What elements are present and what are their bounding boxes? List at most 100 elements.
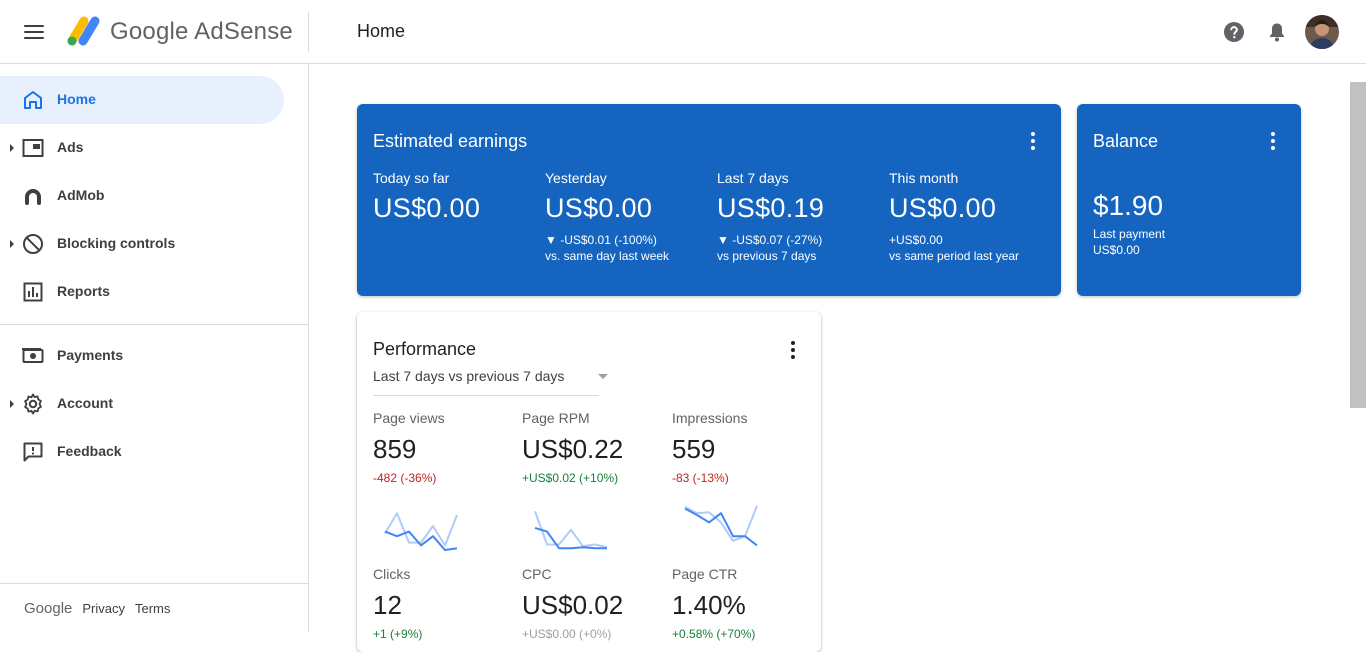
menu-icon-bar (24, 31, 44, 33)
sidebar-item-payments[interactable]: Payments (0, 332, 284, 380)
sidebar-footer-divider (0, 583, 308, 584)
sparkline-current-period (684, 507, 758, 547)
adsense-logo-icon[interactable] (64, 14, 102, 48)
metric-change: -83 (-13%) (672, 471, 729, 485)
metric-label: This month (889, 170, 959, 186)
metric-clicks[interactable]: Clicks 12 +1 (+9%) (373, 566, 513, 641)
last-payment-amount: US$0.00 (1093, 243, 1140, 257)
sparkline-previous-period (384, 512, 458, 547)
more-options-icon[interactable] (1267, 132, 1279, 150)
sidebar-item-admob[interactable]: AdMob (0, 172, 284, 220)
gear-icon (24, 393, 42, 415)
card-title: Performance (373, 339, 477, 359)
sparkline-previous-period (684, 505, 758, 542)
sidebar: Home Ads AdMob Blocking controls Reports (0, 64, 309, 632)
metric-value: US$0.02 (522, 590, 624, 620)
metric-label: Page CTR (672, 566, 738, 582)
page-title: Home (357, 21, 406, 41)
earnings-today[interactable]: Today so far US$0.00 (373, 170, 545, 224)
metric-comparison: vs same period last year (889, 249, 1020, 263)
metric-change: +0.58% (+70%) (672, 627, 756, 641)
home-icon (24, 91, 42, 109)
earnings-this-month[interactable]: This month US$0.00 +US$0.00 vs same peri… (889, 170, 1061, 263)
earnings-yesterday[interactable]: Yesterday US$0.00 ▼ -US$0.01 (-100%) vs.… (545, 170, 717, 263)
balance-amount: $1.90 (1093, 190, 1164, 221)
expand-caret-icon[interactable] (10, 144, 14, 152)
metric-change: -482 (-36%) (373, 471, 437, 485)
sidebar-footer: Google Privacy Terms (24, 600, 170, 617)
metric-label: Yesterday (545, 170, 607, 186)
dropdown-arrow-icon (598, 374, 608, 379)
more-options-icon[interactable] (1027, 132, 1039, 150)
menu-icon-bar (24, 25, 44, 27)
metric-change: +US$0.02 (+10%) (522, 471, 619, 485)
balance-card[interactable]: Balance $1.90 Last payment US$0.00 (1077, 104, 1301, 296)
estimated-earnings-card: Estimated earnings Today so far US$0.00 … (357, 104, 1061, 296)
metric-page-views[interactable]: Page views 859 -482 (-36%) (373, 410, 513, 485)
block-icon (23, 234, 43, 254)
sidebar-item-account[interactable]: Account (0, 380, 284, 428)
metric-comparison: vs. same day last week (545, 249, 670, 263)
sidebar-item-blocking-controls[interactable]: Blocking controls (0, 220, 284, 268)
sidebar-item-label: AdMob (57, 187, 105, 203)
metric-label: Impressions (672, 410, 748, 426)
avatar-image (1305, 15, 1339, 49)
performance-card: Performance Last 7 days vs previous 7 da… (357, 312, 821, 652)
metric-value: 859 (373, 434, 417, 464)
metric-cpc[interactable]: CPC US$0.02 +US$0.00 (+0%) (522, 566, 662, 641)
sidebar-item-label: Reports (57, 283, 110, 299)
metric-impressions[interactable]: Impressions 559 -83 (-13%) (672, 410, 812, 485)
metric-value: US$0.19 (717, 193, 825, 223)
more-options-icon[interactable] (787, 341, 799, 359)
sidebar-item-label: Blocking controls (57, 235, 176, 251)
brand-name[interactable]: Google AdSense (110, 18, 293, 46)
metric-change: +US$0.00 (889, 233, 943, 247)
sidebar-item-feedback[interactable]: Feedback (0, 428, 284, 476)
metric-value: US$0.00 (889, 193, 997, 223)
terms-link[interactable]: Terms (135, 601, 170, 616)
metric-page-rpm[interactable]: Page RPM US$0.22 +US$0.02 (+10%) (522, 410, 662, 485)
top-app-bar: Google AdSense Home (0, 0, 1366, 64)
metric-comparison: vs previous 7 days (717, 249, 817, 263)
last-payment-label: Last payment (1093, 227, 1166, 241)
sidebar-item-label: Account (57, 395, 113, 411)
page-rpm-sparkline (534, 511, 608, 550)
sidebar-item-label: Ads (57, 139, 84, 155)
main-menu-button[interactable] (20, 20, 48, 44)
notifications-bell-icon[interactable] (1265, 20, 1289, 44)
metric-page-ctr[interactable]: Page CTR 1.40% +0.58% (+70%) (672, 566, 812, 641)
footer-google-logo: Google (24, 600, 73, 617)
privacy-link[interactable]: Privacy (82, 601, 125, 616)
metric-value: US$0.00 (373, 193, 481, 223)
impressions-sparkline (684, 505, 758, 547)
sidebar-item-label: Feedback (57, 443, 122, 459)
header-divider (308, 12, 309, 52)
metric-label: CPC (522, 566, 552, 582)
metric-label: Page RPM (522, 410, 590, 426)
sidebar-divider (0, 324, 308, 325)
metric-change: ▼ -US$0.07 (-27%) (717, 233, 823, 247)
period-dropdown[interactable]: Last 7 days vs previous 7 days (373, 368, 608, 396)
metric-label: Page views (373, 410, 445, 426)
metric-change: +1 (+9%) (373, 627, 423, 641)
feedback-icon (23, 442, 43, 462)
reports-icon (23, 282, 43, 302)
metric-change: +US$0.00 (+0%) (522, 627, 612, 641)
sidebar-item-label: Home (57, 91, 96, 107)
sidebar-item-home[interactable]: Home (0, 76, 284, 124)
sparkline-previous-period (534, 511, 608, 549)
menu-icon-bar (24, 37, 44, 39)
metric-value: US$0.00 (545, 193, 653, 223)
scrollbar-thumb[interactable] (1350, 82, 1366, 408)
metric-value: US$0.22 (522, 434, 624, 464)
sidebar-item-ads[interactable]: Ads (0, 124, 284, 172)
help-icon[interactable] (1222, 20, 1246, 44)
expand-caret-icon[interactable] (10, 400, 14, 408)
metric-change: ▼ -US$0.01 (-100%) (545, 233, 657, 247)
earnings-last-7-days[interactable]: Last 7 days US$0.19 ▼ -US$0.07 (-27%) vs… (717, 170, 889, 263)
expand-caret-icon[interactable] (10, 240, 14, 248)
account-avatar[interactable] (1305, 15, 1339, 49)
metric-label: Clicks (373, 566, 411, 582)
sidebar-item-reports[interactable]: Reports (0, 268, 284, 316)
card-title: Balance (1093, 131, 1159, 151)
